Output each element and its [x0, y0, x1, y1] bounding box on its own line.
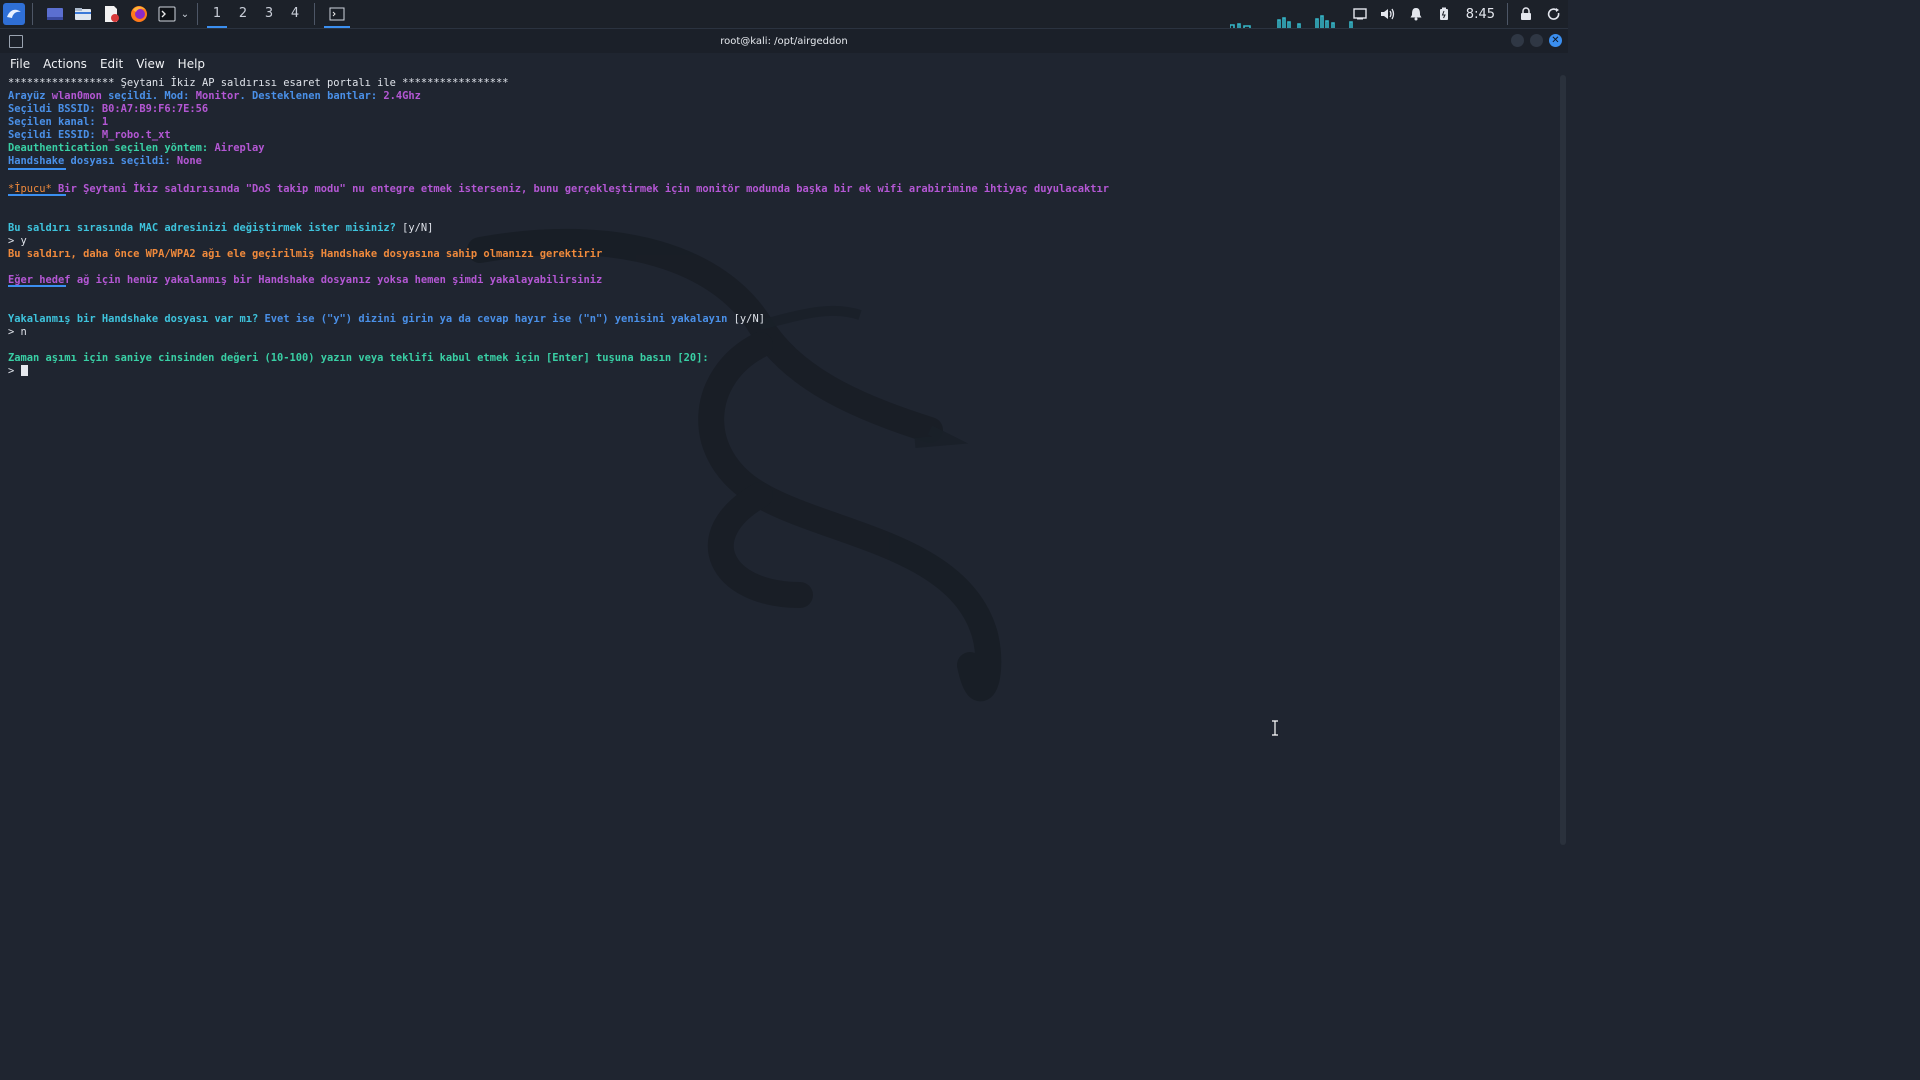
essid-value: M_robo.t_xt [101, 129, 171, 141]
close-button[interactable]: ✕ [1549, 34, 1562, 47]
taskbar-terminal-window[interactable] [321, 0, 353, 28]
window-titlebar[interactable]: root@kali: /opt/airgeddon ✕ [0, 29, 1568, 53]
top-panel: ⌄ 1 2 3 4 8:45 [0, 0, 1568, 29]
banner-line: ***************** Şeytani İkiz AP saldır… [8, 77, 1558, 90]
interface-value: wlan0mon [51, 90, 102, 102]
minimize-button[interactable] [1511, 34, 1524, 47]
text: Deauthentication seçilen yöntem: [8, 142, 215, 154]
timeout-question-line: Zaman aşımı için saniye cinsinden değeri… [8, 352, 709, 364]
banner-stars-right: ***************** [402, 77, 509, 89]
text: Evet ise ("y") dizini girin ya da cevap … [264, 313, 734, 325]
channel-line: Seçilen kanal: 1 [8, 116, 1558, 129]
terminal-area[interactable]: ***************** Şeytani İkiz AP saldır… [0, 75, 1558, 882]
mac-question-line: Bu saldırı sırasında MAC adresinizi deği… [8, 222, 1558, 235]
answer-line: > n [8, 326, 27, 338]
band-value: 2.4Ghz [383, 90, 421, 102]
menu-edit[interactable]: Edit [98, 55, 125, 73]
tip-text: Bir Şeytani İkiz saldırısında "DoS takip… [51, 183, 1110, 195]
bssid-line: Seçildi BSSID: B0:A7:B9:F6:7E:56 [8, 103, 1558, 116]
chevron-down-icon[interactable]: ⌄ [179, 2, 191, 26]
workspace-4[interactable]: 4 [282, 0, 308, 28]
battery-icon[interactable] [1430, 0, 1458, 28]
workspace-3[interactable]: 3 [256, 0, 282, 28]
prompt-line[interactable]: > [8, 365, 1558, 378]
bell-icon[interactable] [1402, 0, 1430, 28]
banner-stars-left: ***************** [8, 77, 115, 89]
menu-help[interactable]: Help [176, 55, 207, 73]
file-manager-icon[interactable] [71, 2, 95, 26]
display-icon[interactable] [1346, 0, 1374, 28]
capture-hint-line: Eğer hedef ağ için henüz yakalanmış bir … [8, 274, 603, 286]
channel-value: 1 [101, 116, 109, 128]
handshake-question-line: Yakalanmış bir Handshake dosyası var mı?… [8, 313, 1558, 326]
option-text: [y/N] [402, 222, 434, 234]
handshake-value: None [176, 155, 202, 167]
menu-bar: File Actions Edit View Help [0, 53, 1568, 75]
text: seçildi. Mod: [101, 90, 196, 102]
deauth-value: Aireplay [214, 142, 265, 154]
menu-view[interactable]: View [134, 55, 166, 73]
tip-label: *İpucu* [8, 183, 52, 195]
terminal-icon[interactable] [155, 2, 179, 26]
tip-line: *İpucu* Bir Şeytani İkiz saldırısında "D… [8, 183, 1558, 196]
essid-line: Seçildi ESSID: M_robo.t_xt [8, 129, 1558, 142]
handshake-line: Handshake dosyası seçildi: None [8, 155, 1558, 168]
menu-actions[interactable]: Actions [41, 55, 89, 73]
cpu-graph [1230, 15, 1353, 28]
option-text: [y/N] [733, 313, 765, 325]
maximize-button[interactable] [1530, 34, 1543, 47]
workspace-1[interactable]: 1 [204, 0, 230, 28]
text: Seçilen kanal: [8, 116, 102, 128]
firefox-icon[interactable] [127, 2, 151, 26]
window-title: root@kali: /opt/airgeddon [720, 35, 848, 47]
menu-file[interactable]: File [8, 55, 32, 73]
text: Seçildi ESSID: [8, 129, 102, 141]
deauth-line: Deauthentication seçilen yöntem: Airepla… [8, 142, 1558, 155]
text: Bu saldırı sırasında MAC adresinizi deği… [8, 222, 403, 234]
text-cursor [20, 365, 28, 376]
ibeam-cursor-icon [1272, 720, 1278, 736]
text: Seçildi BSSID: [8, 103, 102, 115]
mode-value: Monitor [195, 90, 240, 102]
text: Yakalanmış bir Handshake dosyası var mı? [8, 313, 265, 325]
window-menu-icon[interactable] [9, 35, 23, 48]
text-editor-icon[interactable] [99, 2, 123, 26]
show-desktop-icon[interactable] [43, 2, 67, 26]
volume-icon[interactable] [1374, 0, 1402, 28]
prompt-symbol: > [8, 365, 21, 377]
requirement-line: Bu saldırı, daha önce WPA/WPA2 ağı ele g… [8, 248, 603, 260]
clock[interactable]: 8:45 [1458, 7, 1503, 22]
answer-line: > y [8, 235, 27, 247]
banner-heading: Şeytani İkiz AP saldırısı esaret portalı… [114, 77, 403, 89]
terminal-scrollbar[interactable] [1560, 75, 1566, 845]
power-icon[interactable] [1540, 0, 1568, 28]
workspace-2[interactable]: 2 [230, 0, 256, 28]
text: . Desteklenen bantlar: [239, 90, 384, 102]
interface-line: Arayüz wlan0mon seçildi. Mod: Monitor. D… [8, 90, 1558, 103]
text: Handshake dosyası seçildi: [8, 155, 177, 167]
kali-menu-icon[interactable] [2, 2, 26, 26]
text: Arayüz [8, 90, 52, 102]
lock-icon[interactable] [1512, 0, 1540, 28]
bssid-value: B0:A7:B9:F6:7E:56 [101, 103, 209, 115]
